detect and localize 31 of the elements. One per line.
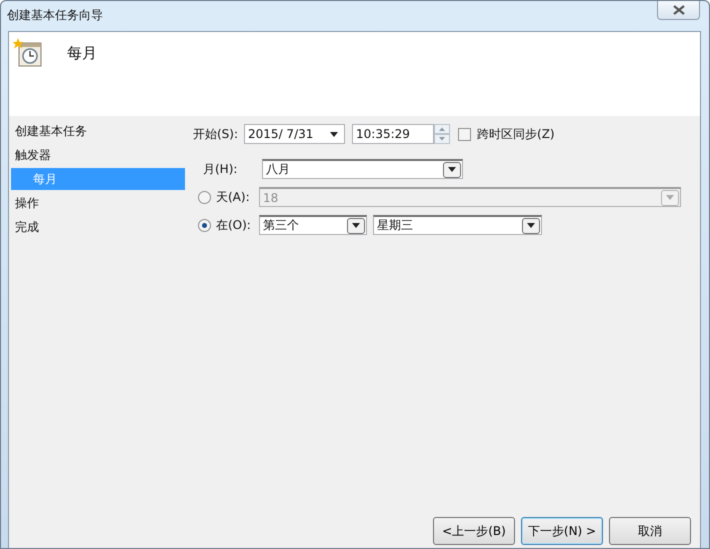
week-dropdown[interactable]: 第三个 [259, 215, 367, 235]
sync-checkbox[interactable] [458, 128, 472, 140]
sync-label: 跨时区同步(Z) [477, 126, 555, 142]
weekday-dropdown[interactable]: 星期三 [373, 215, 542, 235]
dialog-button[interactable]: <上一步(B) [433, 517, 515, 545]
dropdown-arrow-icon [330, 132, 338, 136]
dialog-button[interactable]: 下一步(N) > [521, 517, 603, 545]
spin-buttons-icon[interactable] [434, 124, 450, 144]
close-icon [672, 5, 686, 15]
month-label: 月(H): [203, 160, 238, 178]
close-button[interactable] [657, 1, 700, 20]
dropdown-arrow-icon [352, 223, 360, 228]
nav-item[interactable]: 触发器 [11, 144, 185, 166]
window-title: 创建基本任务向导 [7, 7, 103, 24]
dropdown-arrow-icon [527, 223, 535, 228]
nav-item[interactable]: 操作 [11, 192, 185, 214]
month-dropdown[interactable]: 八月 [262, 159, 463, 179]
option-label: 天(A): [216, 188, 251, 206]
nav-item[interactable]: 创建基本任务 [11, 120, 185, 142]
radio-button[interactable] [198, 190, 211, 204]
dropdown-arrow-icon [666, 195, 674, 200]
time-field[interactable]: 10:35:29 [352, 124, 434, 144]
radio-button[interactable] [198, 218, 211, 232]
page-heading: 每月 [67, 44, 97, 63]
calendar-clock-icon [12, 37, 44, 69]
nav-item[interactable]: 完成 [11, 216, 185, 238]
dropdown-arrow-icon [448, 167, 456, 172]
start-label: 开始(S): [193, 126, 238, 142]
option-label: 在(O): [216, 216, 252, 234]
date-picker[interactable]: 2015/ 7/31 [244, 124, 346, 144]
dialog-button[interactable]: 取消 [609, 517, 691, 545]
